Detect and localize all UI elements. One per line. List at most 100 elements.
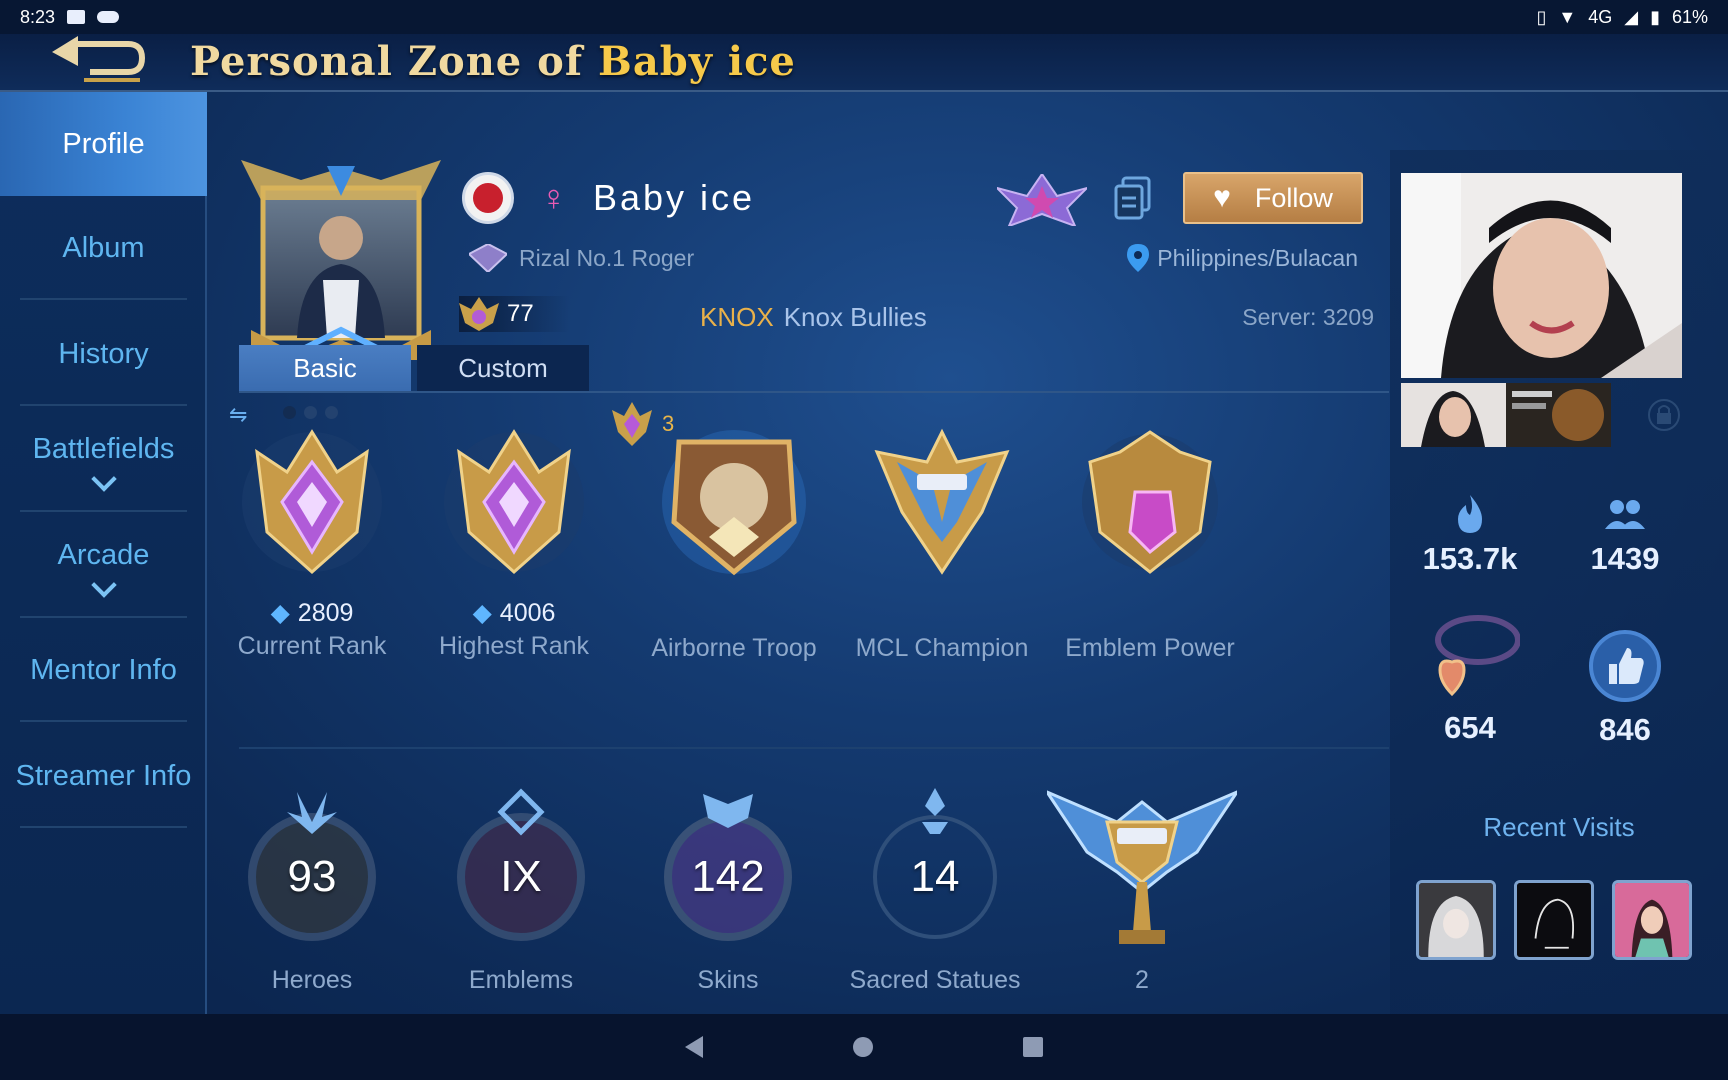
- badge-label: MCL Champion: [855, 634, 1029, 662]
- mythic-rank-icon: [444, 429, 584, 575]
- sidebar-item-label: Arcade: [57, 538, 150, 571]
- current-rank-badge[interactable]: ◆ 2809 Current Rank: [212, 422, 412, 661]
- back-arrow-icon[interactable]: [44, 36, 148, 84]
- wifi-icon: ▼: [1558, 6, 1577, 27]
- photo-thumbnail[interactable]: [1401, 383, 1506, 447]
- charm-stat[interactable]: 654: [1395, 610, 1545, 746]
- sacred-statues-stat[interactable]: 14 Sacred Statues: [835, 782, 1035, 995]
- heroes-stat[interactable]: 93 Heroes: [212, 782, 412, 995]
- visitor-avatar[interactable]: [1514, 880, 1594, 960]
- mcl-champion-icon: [874, 428, 1010, 575]
- player-name: Baby ice: [593, 177, 756, 218]
- diamond-badge-icon: [469, 244, 507, 272]
- server-info: Server: 3209: [1242, 304, 1374, 331]
- stat-value: 14: [910, 852, 960, 901]
- follow-label: Follow: [1254, 182, 1333, 213]
- title-text: Rizal No.1 Roger: [519, 244, 695, 271]
- stat-label: Emblems: [468, 966, 574, 994]
- copy-id-icon[interactable]: [1113, 176, 1153, 220]
- rank-points: ◆ 4006: [414, 598, 614, 628]
- divider: [239, 391, 1389, 393]
- sidebar-item-label: Battlefields: [32, 432, 175, 465]
- likes-stat[interactable]: 846: [1550, 628, 1700, 748]
- sidebar: Profile Album History Battlefields Arcad…: [0, 92, 207, 1014]
- recent-visits-title: Recent Visits: [1483, 812, 1635, 842]
- page-dot: [304, 406, 317, 419]
- level-badge: 77: [459, 296, 569, 332]
- followers-stat[interactable]: 1439: [1550, 495, 1700, 577]
- mcl-trophy-stat[interactable]: 2: [1042, 782, 1242, 995]
- sidebar-item-label: Profile: [62, 127, 145, 160]
- sidebar-item-album[interactable]: Album: [0, 196, 207, 300]
- sidebar-item-history[interactable]: History: [0, 302, 207, 406]
- recent-visitors: [1416, 880, 1692, 960]
- emblem-power-badge[interactable]: Emblem Power: [1050, 422, 1250, 663]
- trophy-count: 2: [1135, 966, 1149, 994]
- tab-custom[interactable]: Custom: [417, 345, 589, 391]
- sidebar-item-streamer-info[interactable]: Streamer Info: [0, 724, 207, 828]
- page-dots: [283, 406, 338, 419]
- flame-icon: [1458, 495, 1482, 533]
- photo-thumbnail[interactable]: [1506, 383, 1611, 447]
- tab-label: Basic: [293, 352, 357, 383]
- sidebar-item-label: History: [58, 337, 149, 370]
- mcl-champion-badge[interactable]: MCL Champion: [842, 422, 1042, 663]
- stat-value: IX: [500, 852, 542, 901]
- right-panel: 153.7k 1439 654 846 Recent Visits: [1390, 150, 1728, 1014]
- squad-name: Knox Bullies: [783, 302, 927, 332]
- sidebar-item-profile[interactable]: Profile: [0, 92, 207, 196]
- nav-home-icon[interactable]: [853, 1037, 873, 1057]
- highest-rank-badge[interactable]: ◆ 4006 Highest Rank: [414, 422, 614, 661]
- name-row: ♀ Baby ice: [462, 172, 755, 224]
- rank-value: 4006: [499, 598, 556, 627]
- level-value: 77: [507, 300, 534, 327]
- stat-label: Heroes: [271, 966, 353, 994]
- chevron-down-icon: [90, 571, 117, 598]
- location: Philippines/Bulacan: [1127, 244, 1358, 272]
- locked-photo-slot[interactable]: [1611, 383, 1716, 447]
- sidebar-item-mentor-info[interactable]: Mentor Info: [0, 618, 207, 722]
- vibrate-icon: ▯: [1536, 6, 1547, 27]
- emblem-power-icon: [1082, 430, 1218, 574]
- airborne-troop-badge[interactable]: Airborne Troop: [634, 422, 834, 663]
- popularity-value: 153.7k: [1422, 541, 1518, 576]
- squad[interactable]: KNOX Knox Bullies: [700, 302, 927, 333]
- status-bar: 8:23 ▯ ▼ 4G ◢ ▮ 61%: [0, 0, 1728, 34]
- avatar[interactable]: [241, 160, 441, 360]
- popularity-stat[interactable]: 153.7k: [1395, 495, 1545, 577]
- visitor-avatar[interactable]: [1612, 880, 1692, 960]
- likes-value: 846: [1599, 712, 1651, 747]
- badge-label: Airborne Troop: [651, 634, 817, 662]
- nav-back-icon[interactable]: [685, 1036, 703, 1058]
- sidebar-item-battlefields[interactable]: Battlefields: [0, 408, 207, 512]
- female-icon: ♀: [540, 177, 567, 218]
- mythic-rank-icon: [242, 429, 382, 575]
- network-label: 4G: [1588, 6, 1613, 27]
- title-player-name: Baby ice: [598, 38, 796, 85]
- badge-label: Highest Rank: [438, 632, 590, 660]
- nav-recents-icon[interactable]: [1023, 1037, 1043, 1057]
- rank-points: ◆ 2809: [212, 598, 412, 628]
- visitor-avatar[interactable]: [1416, 880, 1496, 960]
- photo-thumbnails: [1401, 383, 1716, 447]
- diamond-icon: ◆: [270, 599, 290, 627]
- page-dot: [325, 406, 338, 419]
- skins-stat[interactable]: 142 Skins: [628, 782, 828, 995]
- profile-photo[interactable]: [1401, 173, 1682, 378]
- page-dot: [283, 406, 296, 419]
- emblems-stat[interactable]: IX Emblems: [421, 782, 621, 995]
- follow-button[interactable]: ♥ Follow: [1183, 172, 1363, 224]
- country-flag-icon: [462, 172, 514, 224]
- squad-tag: KNOX: [700, 302, 774, 332]
- level-crest-icon: [459, 297, 499, 331]
- divider: [239, 747, 1389, 749]
- sidebar-item-arcade[interactable]: Arcade: [0, 514, 207, 618]
- badge-label: Emblem Power: [1065, 634, 1235, 662]
- stat-label: Sacred Statues: [849, 966, 1021, 994]
- gallery-icon: [67, 10, 86, 24]
- stat-value: 142: [691, 852, 765, 901]
- server-value: 3209: [1322, 304, 1374, 330]
- tab-basic[interactable]: Basic: [239, 345, 411, 391]
- diamond-icon: ◆: [472, 599, 492, 627]
- thumbs-up-icon: [1589, 630, 1661, 702]
